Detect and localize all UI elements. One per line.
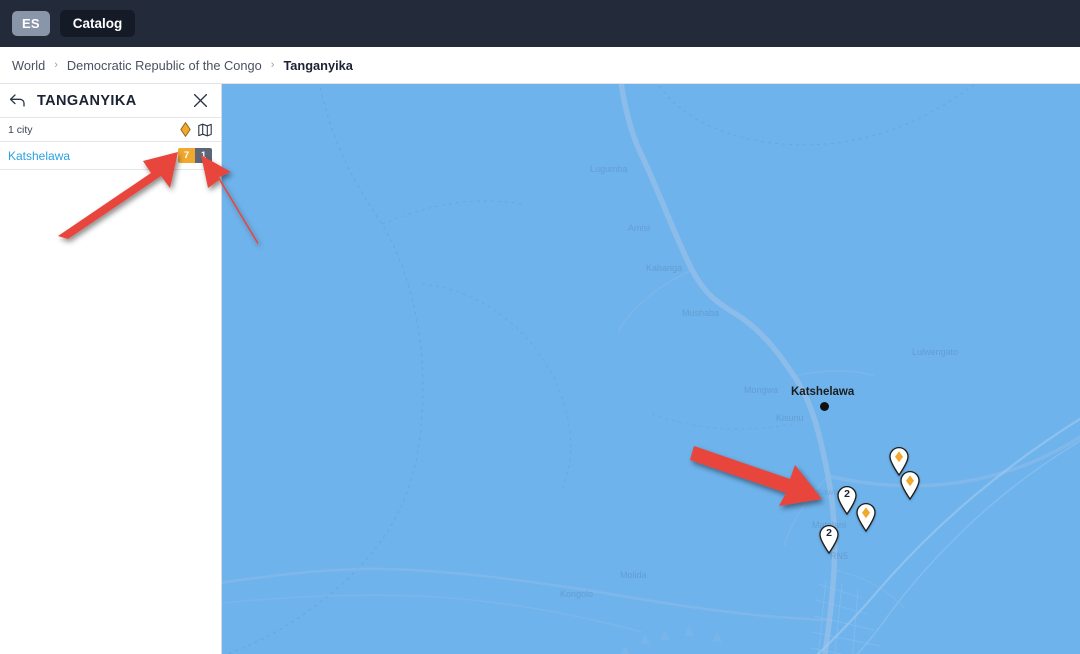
site-count-badge[interactable]: 1 (195, 148, 212, 163)
panel-header: TANGANYIKA (0, 84, 221, 118)
panel-subbar: 1 city (0, 118, 221, 142)
folded-map-icon[interactable] (198, 123, 212, 137)
map-pin-gem[interactable] (899, 470, 921, 501)
breadcrumb-separator-icon: › (270, 59, 275, 71)
region-panel: TANGANYIKA 1 city Katshelawa 7 1 (0, 84, 222, 654)
city-name-link[interactable]: Katshelawa (8, 149, 178, 163)
map-pin-gem[interactable] (855, 502, 877, 533)
city-badges: 7 1 (178, 148, 212, 163)
close-icon[interactable] (193, 93, 209, 109)
breadcrumb-item-world[interactable]: World (12, 58, 45, 73)
map-vector-layer (222, 84, 1080, 654)
top-navigation-bar: ES Catalog (0, 0, 1080, 47)
city-count-label: 1 city (8, 123, 33, 136)
app-root: ES Catalog World › Democratic Republic o… (0, 0, 1080, 654)
back-arrow-icon[interactable] (8, 92, 26, 110)
breadcrumb-item-country[interactable]: Democratic Republic of the Congo (67, 58, 262, 73)
gem-count-badge[interactable]: 7 (178, 148, 195, 163)
breadcrumb: World › Democratic Republic of the Congo… (0, 47, 1080, 84)
orange-diamond-icon[interactable] (180, 122, 191, 137)
catalog-button[interactable]: Catalog (59, 9, 136, 38)
map-city-dot (820, 402, 829, 411)
map-pin-cluster[interactable]: 2 (818, 524, 840, 555)
breadcrumb-separator-icon: › (54, 59, 58, 71)
subbar-icon-group (180, 122, 212, 137)
map-canvas[interactable]: Lugumba Amisi Kabanga Mushaba Lulwengato… (222, 84, 1080, 654)
breadcrumb-item-current: Tanganyika (283, 57, 353, 73)
language-badge[interactable]: ES (12, 11, 50, 36)
list-item[interactable]: Katshelawa 7 1 (0, 142, 221, 170)
panel-title: TANGANYIKA (37, 92, 137, 109)
